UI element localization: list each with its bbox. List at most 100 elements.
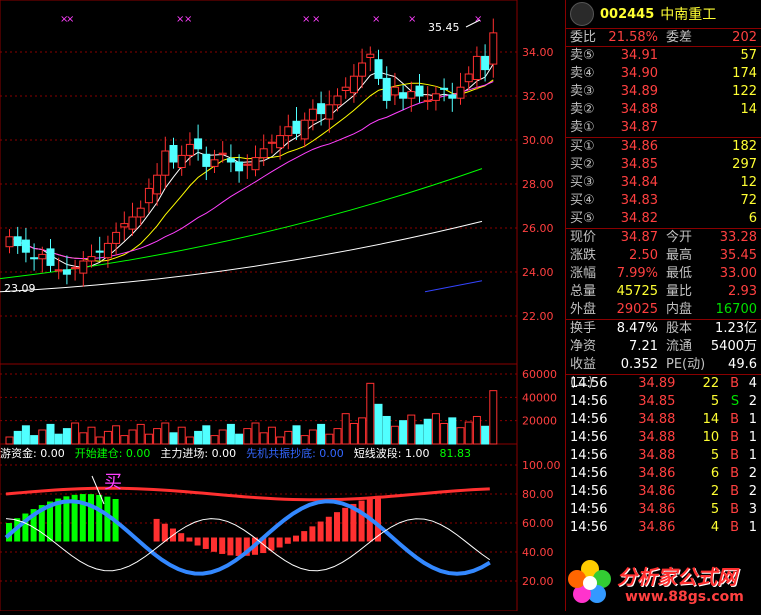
ratio-value: 21.58% bbox=[608, 30, 658, 45]
stat-value: 45725 bbox=[616, 284, 658, 299]
fundamental-row: 换手 8.47% 股本 1.23亿 bbox=[566, 320, 761, 338]
volume-bar bbox=[226, 423, 235, 445]
buy-level-label: 买① bbox=[570, 139, 595, 154]
trade-time: 14:56 bbox=[570, 466, 608, 481]
stat-row: 总量 45725 量比 2.93 bbox=[566, 283, 761, 301]
ma120-line bbox=[0, 220, 483, 293]
candle-body bbox=[235, 161, 244, 172]
tick-trades[interactable]: 14:56 34.89 22 B 4 14:56 34.85 5 S 2 14:56 34.88 14 B… bbox=[566, 375, 761, 537]
fundamental-value: 5400万 bbox=[710, 339, 757, 354]
trade-row[interactable]: 14:56 34.86 5 B 3 bbox=[566, 501, 761, 519]
volume-bar bbox=[46, 423, 55, 445]
trade-count: 2 bbox=[748, 466, 757, 481]
trade-volume: 10 bbox=[702, 430, 720, 445]
candle-body bbox=[30, 257, 39, 260]
volume-bar bbox=[136, 423, 145, 445]
fundamental-label: 净资 bbox=[570, 339, 597, 354]
indicator-histogram-bar bbox=[301, 531, 308, 542]
stat-value: 33.00 bbox=[719, 266, 757, 281]
trade-volume: 6 bbox=[710, 466, 720, 481]
candle-body bbox=[448, 94, 457, 99]
diff-label: 委差 bbox=[666, 30, 693, 45]
signal-x-marker: × bbox=[184, 14, 192, 25]
trade-row[interactable]: 14:56 34.89 22 B 4 bbox=[566, 375, 761, 393]
volume-bar bbox=[210, 435, 219, 445]
trade-row[interactable]: 14:56 34.88 10 B 1 bbox=[566, 429, 761, 447]
candle-body bbox=[333, 95, 342, 106]
candle-body bbox=[153, 174, 162, 195]
ma10-line bbox=[9, 79, 494, 262]
trade-side: B bbox=[730, 412, 740, 427]
fundamental-row: 净资 7.21 流通 5400万 bbox=[566, 338, 761, 356]
stat-label: 涨幅 bbox=[570, 266, 597, 281]
indicator-histogram-bar bbox=[284, 537, 291, 544]
candle-body bbox=[5, 236, 14, 248]
ma60-line bbox=[0, 168, 483, 280]
trade-price: 34.86 bbox=[638, 520, 676, 535]
trade-row[interactable]: 14:56 34.88 14 B 1 bbox=[566, 411, 761, 429]
order-ratio-row: 委比 21.58% 委差 202 bbox=[566, 29, 761, 47]
indicator-histogram-bar bbox=[153, 518, 160, 542]
volume-bar bbox=[431, 413, 440, 445]
buy-level-row: 买③ 34.84 12 bbox=[566, 174, 761, 192]
volume-bar bbox=[79, 432, 88, 445]
candle-body bbox=[21, 239, 30, 253]
buy-level-label: 买⑤ bbox=[570, 211, 595, 226]
volume-bar bbox=[415, 424, 424, 445]
volume-bar bbox=[489, 390, 498, 445]
indicator-histogram-bar bbox=[194, 537, 201, 546]
stock-code: 002445 bbox=[600, 6, 655, 22]
candle-body bbox=[194, 138, 203, 150]
candle-body bbox=[169, 145, 178, 163]
trade-side: B bbox=[730, 484, 740, 499]
volume-bar bbox=[103, 430, 112, 445]
candle-body bbox=[284, 126, 293, 137]
trade-time: 14:56 bbox=[570, 520, 608, 535]
candle-body bbox=[431, 93, 440, 101]
trade-count: 1 bbox=[748, 448, 757, 463]
stat-label: 外盘 bbox=[570, 302, 597, 317]
buy-level-volume: 6 bbox=[748, 211, 757, 226]
sell-level-volume: 57 bbox=[740, 48, 757, 63]
volume-bar bbox=[407, 414, 416, 445]
trade-price: 34.88 bbox=[638, 448, 676, 463]
candle-body bbox=[46, 248, 55, 266]
trade-side: B bbox=[730, 466, 740, 481]
trade-price: 34.85 bbox=[638, 394, 676, 409]
indicator-legend-item: 短线波段: 1.00 bbox=[353, 447, 430, 460]
watermark-url: www.88gs.com bbox=[625, 589, 744, 605]
candle-body bbox=[120, 223, 129, 228]
candle-body bbox=[407, 91, 416, 99]
indicator-histogram-bar bbox=[325, 516, 332, 542]
sell-level-label: 卖① bbox=[570, 120, 595, 135]
stat-value: 2.93 bbox=[728, 284, 757, 299]
volume-axis-label: 60000 bbox=[522, 368, 557, 381]
trade-row[interactable]: 14:56 34.85 5 S 2 bbox=[566, 393, 761, 411]
candle-body bbox=[276, 135, 285, 149]
indicator-axis-label: 80.00 bbox=[522, 488, 554, 501]
candle-body bbox=[456, 86, 465, 99]
trade-row[interactable]: 14:56 34.86 6 B 2 bbox=[566, 465, 761, 483]
buy-level-price: 34.85 bbox=[620, 157, 658, 172]
stat-value: 35.45 bbox=[719, 248, 757, 263]
sell-level-label: 卖④ bbox=[570, 66, 595, 81]
price-axis-label: 28.00 bbox=[522, 178, 554, 191]
stat-label: 涨跌 bbox=[570, 248, 597, 263]
fundamental-label: 股本 bbox=[666, 321, 693, 336]
candle-body bbox=[358, 62, 367, 77]
trade-row[interactable]: 14:56 34.86 2 B 2 bbox=[566, 483, 761, 501]
volume-bar bbox=[54, 433, 63, 445]
signal-x-marker: × bbox=[302, 14, 310, 25]
kline-chart-area[interactable]: 34.00 32.00 30.00 28.00 26.00 24.00 22.00 60000… bbox=[0, 0, 565, 612]
candle-body bbox=[259, 148, 268, 159]
candle-body bbox=[423, 99, 432, 103]
kline-chart-svg[interactable]: 34.00 32.00 30.00 28.00 26.00 24.00 22.00 60000… bbox=[0, 0, 565, 612]
flower-logo-icon bbox=[568, 560, 611, 603]
trade-row[interactable]: 14:56 34.86 4 B 1 bbox=[566, 519, 761, 537]
candle-body bbox=[79, 260, 88, 274]
volume-bar bbox=[251, 422, 260, 445]
stat-value: 2.50 bbox=[629, 248, 658, 263]
candle-body bbox=[136, 207, 145, 218]
trade-time: 14:56 bbox=[570, 376, 608, 391]
trade-row[interactable]: 14:56 34.88 5 B 1 bbox=[566, 447, 761, 465]
